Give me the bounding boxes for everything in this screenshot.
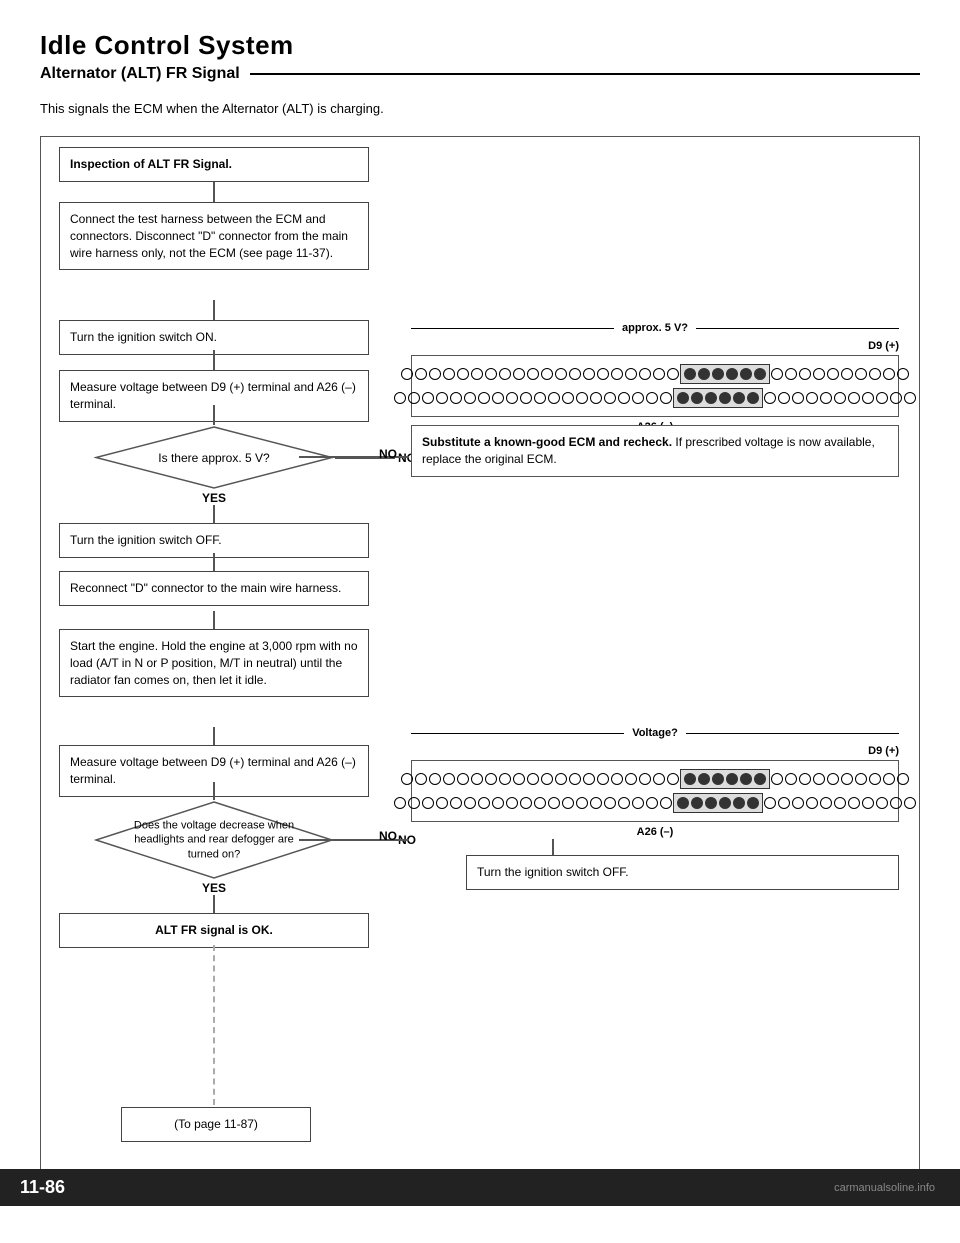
connector-line-8 bbox=[213, 727, 215, 745]
box-connect-harness: Connect the test harness between the ECM… bbox=[59, 202, 369, 270]
connector-line-7 bbox=[213, 611, 215, 629]
box-alt-fr-ok: ALT FR signal is OK. bbox=[59, 913, 369, 948]
box-ignition-off-2: Turn the ignition switch OFF. bbox=[466, 855, 899, 890]
pin-group-open-6 bbox=[763, 391, 917, 405]
pin-group-open-2 bbox=[568, 367, 680, 381]
d9-plus-label-1: D9 (+) bbox=[411, 340, 899, 352]
page-number-bar: 11-86 bbox=[0, 1169, 960, 1206]
pin-group-2-3 bbox=[770, 772, 910, 786]
section-header: Alternator (ALT) FR Signal bbox=[40, 65, 920, 83]
section-divider bbox=[250, 73, 920, 75]
watermark: carmanualsoline.info bbox=[834, 1182, 935, 1194]
box-reconnect: Reconnect "D" connector to the main wire… bbox=[59, 571, 369, 606]
no-connector-vert bbox=[552, 839, 554, 855]
a26-minus-label-2: A26 (–) bbox=[411, 826, 899, 838]
pin-group-open-3 bbox=[770, 367, 910, 381]
connector-line-3 bbox=[213, 350, 215, 370]
pin-group-2-1 bbox=[400, 772, 568, 786]
connector-line-10 bbox=[213, 895, 215, 913]
yes-label-2: YES bbox=[59, 880, 369, 895]
connector-line-1 bbox=[213, 182, 215, 202]
yes-label-1: YES bbox=[59, 490, 369, 505]
connector-line-4 bbox=[213, 405, 215, 425]
pin-row-2 bbox=[420, 388, 890, 408]
pin-group-2-4 bbox=[393, 796, 561, 810]
box-inspection: Inspection of ALT FR Signal. bbox=[59, 147, 369, 182]
page-number: 11-86 bbox=[20, 1177, 65, 1197]
diamond-2-text: Does the voltage decrease when headlight… bbox=[119, 819, 309, 862]
main-content: Inspection of ALT FR Signal. Connect the… bbox=[40, 136, 920, 1186]
pin-group-2-filled-2 bbox=[673, 793, 763, 813]
substitute-box: Substitute a known-good ECM and recheck.… bbox=[411, 425, 899, 477]
connector-line-11 bbox=[213, 945, 215, 1105]
connector-line-2 bbox=[213, 300, 215, 320]
intro-text: This signals the ECM when the Alternator… bbox=[40, 101, 920, 116]
approx-label-area: approx. 5 V? D9 (+) bbox=[411, 322, 899, 433]
connector-line-5 bbox=[213, 505, 215, 523]
diamond-1-text: Is there approx. 5 V? bbox=[114, 451, 314, 465]
pin-group-open-5 bbox=[561, 391, 673, 405]
d9-plus-label-2: D9 (+) bbox=[411, 745, 899, 757]
pin-group-filled-1 bbox=[680, 364, 770, 384]
substitute-box-area: Substitute a known-good ECM and recheck.… bbox=[411, 425, 899, 477]
pin-group-filled-2 bbox=[673, 388, 763, 408]
box-to-page: (To page 11-87) bbox=[121, 1107, 311, 1142]
box-start-engine: Start the engine. Hold the engine at 3,0… bbox=[59, 629, 369, 697]
connector-diagram-2 bbox=[411, 760, 899, 822]
pin-group-2-6 bbox=[763, 796, 917, 810]
pin-group-2-filled-1 bbox=[680, 769, 770, 789]
no-text-1: NO bbox=[379, 447, 397, 461]
approx-label: approx. 5 V? bbox=[622, 322, 688, 334]
pin-group-2-2 bbox=[568, 772, 680, 786]
connector-line-9 bbox=[213, 782, 215, 800]
connector-diagram-1 bbox=[411, 355, 899, 417]
pin-row-3 bbox=[420, 769, 890, 789]
page-title: Idle Control System bbox=[40, 30, 920, 61]
voltage-label: Voltage? bbox=[632, 727, 678, 739]
voltage-label-area: Voltage? D9 (+) bbox=[411, 727, 899, 838]
connector-line-6 bbox=[213, 553, 215, 571]
pin-group-2-5 bbox=[561, 796, 673, 810]
pin-row-1 bbox=[420, 364, 890, 384]
pin-row-4 bbox=[420, 793, 890, 813]
box-ignition-off-2-area: Turn the ignition switch OFF. bbox=[466, 855, 899, 890]
pin-group-open-1 bbox=[400, 367, 568, 381]
no-text-2: NO bbox=[379, 829, 397, 843]
pin-group-open-4 bbox=[393, 391, 561, 405]
section-title: Alternator (ALT) FR Signal bbox=[40, 65, 240, 83]
